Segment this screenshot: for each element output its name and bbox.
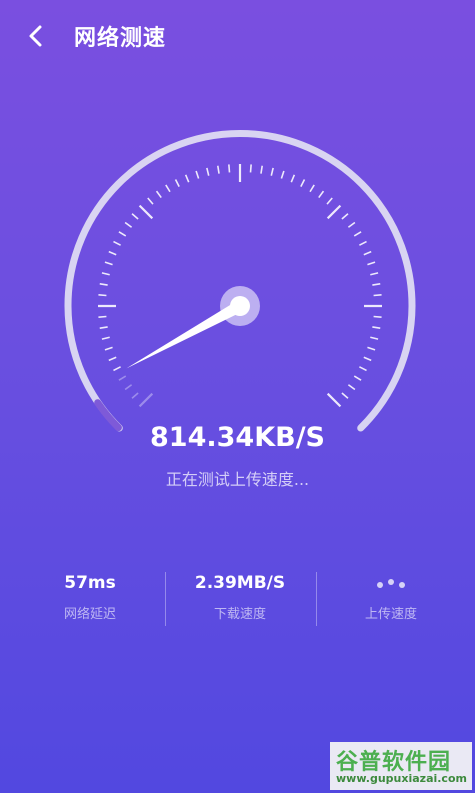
latency-value: 57ms (64, 573, 116, 593)
gauge-minor-tick (367, 346, 376, 351)
gauge-minor-tick (372, 282, 381, 286)
gauge-minor-tick (367, 261, 376, 266)
gauge-minor-tick (124, 384, 133, 391)
gauge-major-tick (326, 392, 342, 408)
gauge-minor-tick (104, 261, 113, 266)
back-button[interactable] (18, 18, 54, 54)
upload-value (316, 570, 466, 596)
speed-gauge (64, 130, 416, 432)
gauge-minor-tick (363, 250, 372, 256)
test-status: 正在测试上传速度... (165, 470, 310, 489)
gauge-minor-tick (318, 190, 325, 199)
latency-label: 网络延迟 (63, 607, 116, 622)
gauge-minor-tick (290, 174, 296, 183)
page-title: 网络测速 (74, 26, 167, 51)
gauge-minor-tick (206, 167, 210, 176)
gauge-minor-tick (270, 167, 274, 176)
gauge-minor-tick (370, 272, 379, 276)
gauge-minor-tick (372, 326, 381, 330)
gauge-minor-tick (174, 179, 180, 187)
upload-label: 上传速度 (364, 607, 417, 622)
gauge-minor-tick (113, 366, 121, 372)
gauge-minor-tick (113, 240, 121, 246)
gauge-minor-tick (108, 250, 117, 256)
gauge-minor-tick (108, 356, 117, 362)
gauge-minor-tick (101, 272, 110, 276)
gauge-minor-tick (216, 165, 220, 174)
gauge-minor-tick (131, 213, 139, 220)
gauge-minor-tick (184, 174, 190, 183)
current-speed: 814.34KB/S (150, 422, 325, 453)
stat-download: 2.39MB/S 下载速度 (165, 570, 315, 622)
gauge-minor-tick (165, 184, 171, 193)
gauge-minor-tick (309, 184, 315, 193)
gauge-minor-tick (341, 392, 349, 399)
gauge-ticks (98, 164, 382, 408)
stats-row: 57ms 网络延迟 2.39MB/S 下载速度 上传速度 (0, 570, 475, 630)
stat-upload: 上传速度 (316, 570, 466, 622)
gauge-minor-tick (99, 326, 108, 330)
gauge-minor-tick (341, 213, 349, 220)
gauge-minor-tick (249, 164, 252, 173)
gauge-minor-tick (118, 231, 127, 237)
gauge-minor-tick (131, 392, 139, 399)
gauge-minor-tick (99, 282, 108, 286)
gauge-major-tick (326, 204, 342, 220)
gauge-minor-tick (353, 375, 362, 381)
gauge-minor-tick (373, 294, 382, 297)
gauge-minor-tick (155, 190, 162, 199)
gauge-minor-tick (98, 315, 107, 318)
gauge-minor-tick (347, 384, 356, 391)
gauge-minor-tick (260, 165, 264, 174)
gauge-minor-tick (353, 231, 362, 237)
loading-dots-icon (377, 572, 405, 598)
gauge-major-tick (138, 204, 154, 220)
gauge-minor-tick (347, 221, 356, 228)
gauge-minor-tick (373, 315, 382, 318)
gauge-minor-tick (326, 197, 333, 205)
gauge-hub-inner (230, 296, 250, 316)
gauge-minor-tick (101, 336, 110, 340)
gauge-minor-tick (359, 366, 367, 372)
top-bar: 网络测速 (0, 0, 475, 72)
watermark-url: www.gupuxiazai.com (336, 772, 467, 785)
gauge-minor-tick (118, 375, 127, 381)
stat-latency: 57ms 网络延迟 (15, 570, 165, 622)
gauge-minor-tick (359, 240, 367, 246)
gauge-minor-tick (104, 346, 113, 351)
chevron-left-icon (29, 25, 42, 47)
gauge-major-tick (138, 392, 154, 408)
gauge-minor-tick (228, 164, 231, 173)
gauge-minor-tick (98, 294, 107, 297)
gauge-minor-tick (147, 197, 154, 205)
gauge-minor-tick (370, 336, 379, 340)
download-value: 2.39MB/S (194, 573, 286, 593)
gauge-minor-tick (280, 170, 285, 179)
watermark: 谷普软件园 www.gupuxiazai.com (330, 742, 472, 790)
gauge-minor-tick (124, 221, 133, 228)
gauge-minor-tick (363, 356, 372, 362)
download-label: 下载速度 (213, 607, 266, 622)
gauge-minor-tick (195, 170, 200, 179)
gauge-minor-tick (300, 179, 306, 187)
